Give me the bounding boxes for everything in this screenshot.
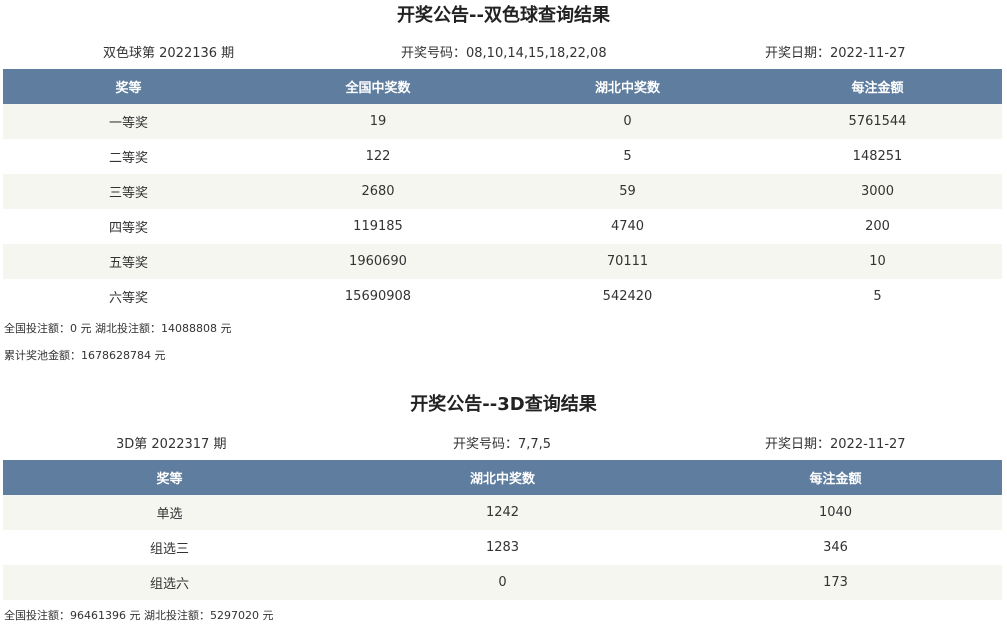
lottery-results-page: 开奖公告--双色球查询结果 双色球第 2022136 期 开奖号码：08,10,… [0, 0, 1007, 629]
table-row: 一等奖 19 0 5761544 [3, 104, 1002, 139]
table-row: 四等奖 119185 4740 200 [3, 209, 1002, 244]
prize-level: 六等奖 [3, 279, 254, 314]
table-row: 单选 1242 1040 [3, 495, 1002, 530]
ssq-numbers: 开奖号码：08,10,14,15,18,22,08 [401, 46, 607, 61]
ssq-sales-note: 全国投注额：0 元 湖北投注额：14088808 元 [4, 322, 232, 335]
header-hubei-winners: 湖北中奖数 [336, 460, 669, 495]
hubei-winners: 1242 [336, 495, 669, 530]
table-row: 五等奖 1960690 70111 10 [3, 244, 1002, 279]
header-prize-amount: 每注金额 [753, 69, 1002, 104]
national-winners: 15690908 [254, 279, 502, 314]
hubei-winners: 70111 [502, 244, 753, 279]
prize-level: 一等奖 [3, 104, 254, 139]
prize-level: 三等奖 [3, 174, 254, 209]
prize-level: 五等奖 [3, 244, 254, 279]
ssq-info-row: 双色球第 2022136 期 开奖号码：08,10,14,15,18,22,08… [0, 43, 1007, 65]
fc3d-sales-note: 全国投注额：96461396 元 湖北投注额：5297020 元 [4, 609, 274, 622]
table-row: 三等奖 2680 59 3000 [3, 174, 1002, 209]
national-winners: 19 [254, 104, 502, 139]
ssq-issue: 双色球第 2022136 期 [103, 46, 235, 61]
national-winners: 1960690 [254, 244, 502, 279]
fc3d-info-row: 3D第 2022317 期 开奖号码：7,7,5 开奖日期：2022-11-27 [0, 434, 1007, 456]
fc3d-prize-table: 奖等 湖北中奖数 每注金额 单选 1242 1040 组选三 1283 346 … [3, 460, 1002, 600]
hubei-winners: 1283 [336, 530, 669, 565]
hubei-winners: 5 [502, 139, 753, 174]
header-prize-level: 奖等 [3, 69, 254, 104]
ssq-prize-table: 奖等 全国中奖数 湖北中奖数 每注金额 一等奖 19 0 5761544 二等奖… [3, 69, 1002, 314]
table-header-row: 奖等 湖北中奖数 每注金额 [3, 460, 1002, 495]
header-national-winners: 全国中奖数 [254, 69, 502, 104]
header-prize-amount: 每注金额 [669, 460, 1002, 495]
prize-amount: 10 [753, 244, 1002, 279]
fc3d-numbers: 开奖号码：7,7,5 [453, 437, 552, 452]
prize-amount: 5761544 [753, 104, 1002, 139]
prize-amount: 148251 [753, 139, 1002, 174]
table-row: 组选六 0 173 [3, 565, 1002, 600]
header-prize-level: 奖等 [3, 460, 336, 495]
header-hubei-winners: 湖北中奖数 [502, 69, 753, 104]
prize-level: 二等奖 [3, 139, 254, 174]
prize-level: 单选 [3, 495, 336, 530]
ssq-title: 开奖公告--双色球查询结果 [397, 5, 610, 26]
prize-amount: 1040 [669, 495, 1002, 530]
prize-level: 组选六 [3, 565, 336, 600]
hubei-winners: 0 [502, 104, 753, 139]
table-row: 二等奖 122 5 148251 [3, 139, 1002, 174]
national-winners: 122 [254, 139, 502, 174]
table-row: 六等奖 15690908 542420 5 [3, 279, 1002, 314]
hubei-winners: 0 [336, 565, 669, 600]
fc3d-issue: 3D第 2022317 期 [116, 437, 227, 452]
national-winners: 119185 [254, 209, 502, 244]
prize-amount: 200 [753, 209, 1002, 244]
ssq-date: 开奖日期：2022-11-27 [765, 46, 906, 61]
prize-level: 四等奖 [3, 209, 254, 244]
hubei-winners: 542420 [502, 279, 753, 314]
prize-amount: 173 [669, 565, 1002, 600]
national-winners: 2680 [254, 174, 502, 209]
prize-amount: 346 [669, 530, 1002, 565]
prize-level: 组选三 [3, 530, 336, 565]
fc3d-date: 开奖日期：2022-11-27 [765, 437, 906, 452]
table-row: 组选三 1283 346 [3, 530, 1002, 565]
ssq-pool-note: 累计奖池金额：1678628784 元 [4, 349, 166, 362]
hubei-winners: 4740 [502, 209, 753, 244]
prize-amount: 5 [753, 279, 1002, 314]
hubei-winners: 59 [502, 174, 753, 209]
table-header-row: 奖等 全国中奖数 湖北中奖数 每注金额 [3, 69, 1002, 104]
fc3d-title: 开奖公告--3D查询结果 [410, 394, 597, 415]
prize-amount: 3000 [753, 174, 1002, 209]
